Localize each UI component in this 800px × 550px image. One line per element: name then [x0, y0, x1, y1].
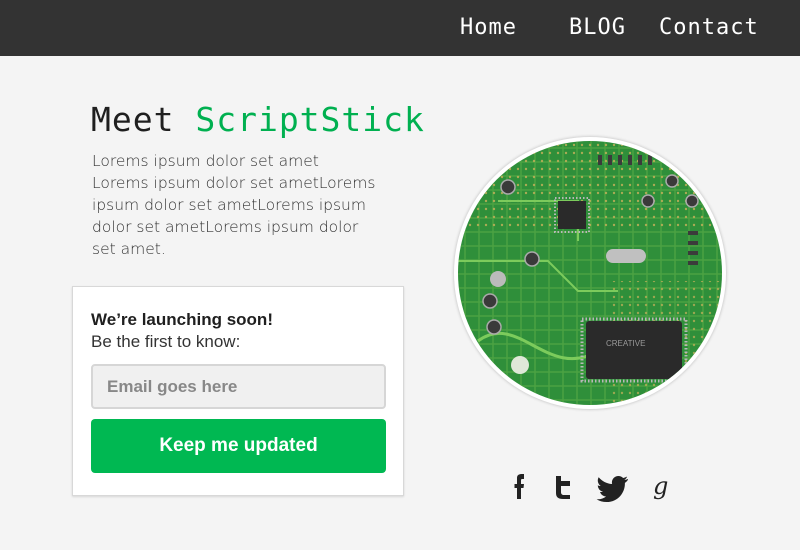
nav-link-blog[interactable]: BLOG [569, 14, 626, 42]
signup-title: We’re launching soon! [91, 310, 273, 329]
svg-text:g: g [653, 472, 668, 500]
nav-link-home[interactable]: Home [460, 14, 517, 42]
tumblr-link[interactable] [548, 470, 582, 504]
top-nav-bar: Home BLOG Contact [0, 0, 800, 56]
tumblr-icon [556, 476, 570, 499]
twitter-link[interactable] [595, 470, 629, 504]
circuit-board-image: CREATIVE [458, 141, 722, 405]
title-prefix: Meet [91, 100, 196, 139]
chip-label: CREATIVE [606, 339, 645, 348]
signup-subtitle: Be the first to know: [91, 332, 241, 351]
facebook-link[interactable] [503, 470, 537, 504]
nav-link-contact[interactable]: Contact [659, 14, 759, 42]
twitter-icon [596, 476, 628, 502]
circuit-board-photo: CREATIVE [454, 137, 726, 409]
email-field[interactable] [91, 364, 386, 409]
page-title: Meet ScriptStick [91, 98, 425, 142]
brand-name: ScriptStick [195, 100, 425, 139]
keep-me-updated-button[interactable]: Keep me updated [91, 419, 386, 473]
signup-card: We’re launching soon! Be the first to kn… [72, 286, 404, 496]
google-icon: g [653, 472, 668, 500]
google-link[interactable]: g [645, 470, 679, 504]
intro-paragraph: Lorems ipsum dolor set amet Lorems ipsum… [92, 152, 376, 258]
facebook-icon [514, 474, 524, 499]
